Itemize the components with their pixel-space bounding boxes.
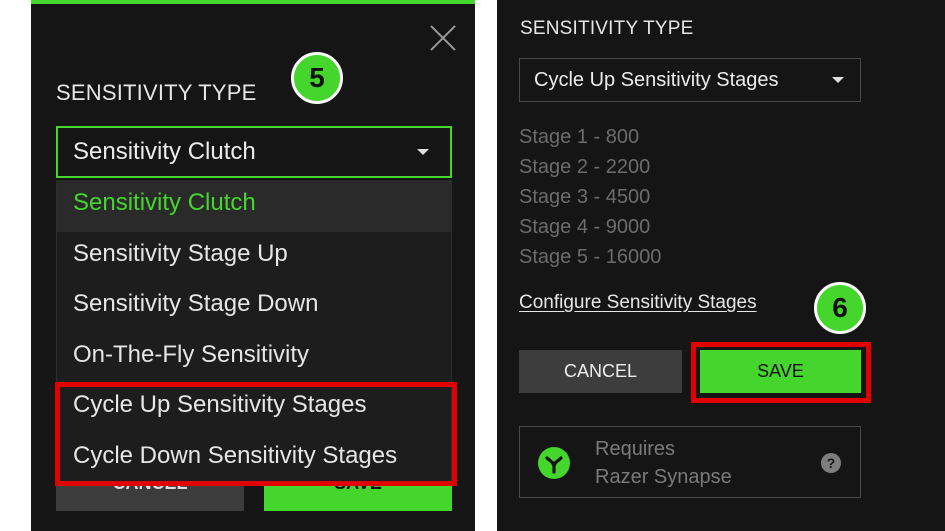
stage-item: Stage 3 - 4500 — [519, 186, 651, 208]
chevron-down-icon — [417, 149, 429, 155]
synapse-line-2: Razer Synapse — [595, 466, 732, 488]
synapse-line-1: Requires — [595, 438, 676, 460]
highlight-box-cycle-options — [55, 382, 457, 486]
stage-item: Stage 2 - 2200 — [519, 156, 651, 178]
close-icon[interactable] — [429, 24, 457, 52]
sensitivity-type-select[interactable]: Cycle Up Sensitivity Stages — [519, 58, 861, 102]
select-value: Cycle Up Sensitivity Stages — [534, 69, 779, 91]
dropdown-item-sensitivity-stage-up[interactable]: Sensitivity Stage Up — [57, 232, 451, 283]
sensitivity-settings-panel-left: SENSITIVITY TYPE 5 Sensitivity Clutch CA… — [31, 0, 475, 531]
configure-sensitivity-stages-link[interactable]: Configure Sensitivity Stages — [519, 292, 757, 314]
dropdown-item-sensitivity-stage-down[interactable]: Sensitivity Stage Down — [57, 282, 451, 333]
sensitivity-type-select[interactable]: Sensitivity Clutch — [56, 126, 452, 178]
dropdown-item-on-the-fly-sensitivity[interactable]: On-The-Fly Sensitivity — [57, 333, 451, 384]
stage-item: Stage 4 - 9000 — [519, 216, 651, 238]
cancel-button[interactable]: CANCEL — [519, 350, 682, 393]
accent-top-bar — [31, 0, 475, 4]
sensitivity-settings-panel-right: SENSITIVITY TYPE Cycle Up Sensitivity St… — [497, 0, 945, 531]
section-title: SENSITIVITY TYPE — [520, 18, 694, 39]
chevron-down-icon — [832, 77, 844, 83]
highlight-box-save — [691, 342, 871, 403]
synapse-notice-text: Requires Razer Synapse — [595, 435, 732, 491]
help-icon[interactable]: ? — [821, 453, 841, 473]
select-value: Sensitivity Clutch — [73, 138, 256, 165]
stage-item: Stage 5 - 16000 — [519, 246, 662, 268]
step-badge-5: 5 — [291, 52, 343, 104]
stage-item: Stage 1 - 800 — [519, 126, 640, 148]
requires-synapse-notice: Requires Razer Synapse ? — [519, 426, 861, 498]
dropdown-item-sensitivity-clutch[interactable]: Sensitivity Clutch — [57, 181, 451, 232]
section-title: SENSITIVITY TYPE — [56, 80, 257, 105]
razer-synapse-icon — [538, 447, 570, 479]
step-badge-6: 6 — [814, 282, 866, 334]
